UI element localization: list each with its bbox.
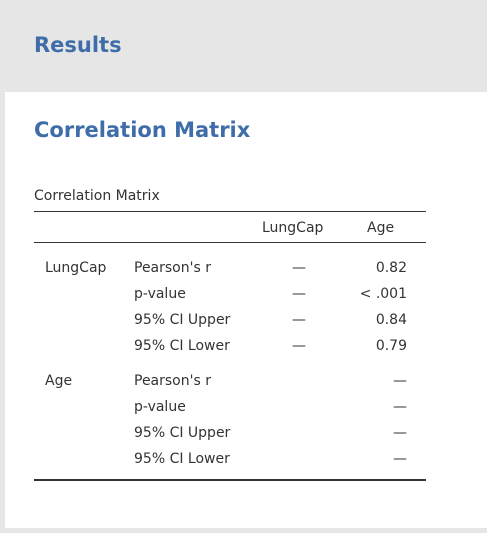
cell-age: 0.82 <box>375 260 407 276</box>
table-top-rule <box>34 211 426 212</box>
row-stat-label: 95% CI Upper <box>134 312 231 328</box>
page-frame-bottom <box>0 528 487 533</box>
column-header-age: Age <box>367 220 395 236</box>
table-header-rule <box>34 242 426 243</box>
row-stat-label: 95% CI Lower <box>134 451 230 467</box>
cell-lungcap: — <box>292 260 306 276</box>
cell-age: 0.84 <box>375 312 407 328</box>
cell-age: — <box>393 425 407 441</box>
cell-age: — <box>393 399 407 415</box>
column-header-lungcap: LungCap <box>262 220 324 236</box>
section-title[interactable]: Correlation Matrix <box>34 117 250 143</box>
row-stat-label: p-value <box>134 286 186 302</box>
cell-age: 0.79 <box>375 338 407 354</box>
row-stat-label: p-value <box>134 399 186 415</box>
row-stat-label: 95% CI Upper <box>134 425 231 441</box>
row-variable-label: LungCap <box>45 260 107 276</box>
results-title: Results <box>34 33 122 57</box>
cell-age: — <box>393 451 407 467</box>
row-stat-label: Pearson's r <box>134 373 211 389</box>
page-frame-left <box>0 92 5 533</box>
row-variable-label: Age <box>45 373 73 389</box>
table-bottom-rule <box>34 479 426 481</box>
results-header: Results <box>0 0 487 92</box>
row-stat-label: 95% CI Lower <box>134 338 230 354</box>
cell-lungcap: — <box>292 338 306 354</box>
cell-age: — <box>393 373 407 389</box>
cell-age: < .001 <box>359 286 407 302</box>
cell-lungcap: — <box>292 286 306 302</box>
row-stat-label: Pearson's r <box>134 260 211 276</box>
table-caption: Correlation Matrix <box>34 188 160 204</box>
cell-lungcap: — <box>292 312 306 328</box>
